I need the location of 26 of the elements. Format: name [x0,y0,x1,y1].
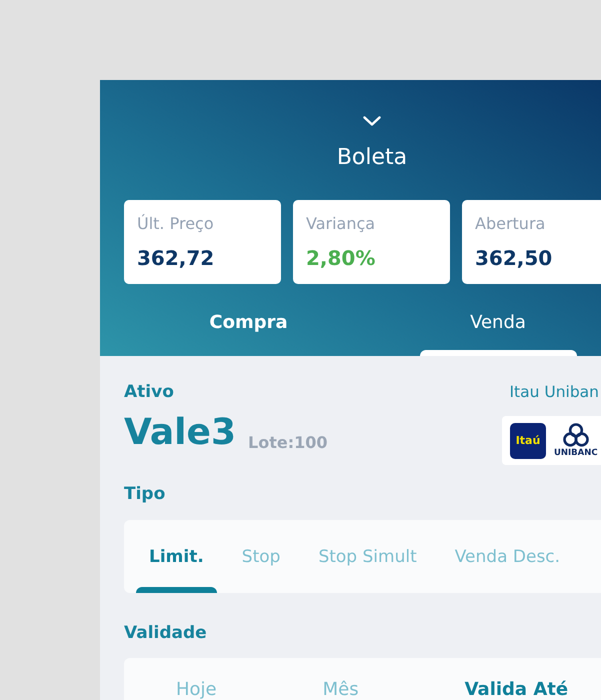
knot-icon [562,423,589,447]
order-type-tab[interactable]: Limit. [136,520,217,593]
quote-value: 2,80% [306,246,376,270]
quote-label: Abertura [475,214,546,234]
chevron-down-icon[interactable] [363,116,381,126]
quote-value: 362,72 [137,246,216,270]
logo-text: UNIBANC [554,448,598,458]
order-type-tab[interactable]: Stop [228,520,294,593]
quote-value: 362,50 [475,246,554,270]
validity-tab[interactable]: Hoje [176,680,217,700]
logo-tile: Itaú [510,422,546,458]
broker-name: Itau Uniban [509,382,600,402]
validity-tab[interactable]: Valida Até [464,680,568,700]
validity-tab[interactable]: Mês [322,680,359,700]
order-type-tab[interactable]: Stop Simult [305,520,430,593]
side-tab[interactable]: Compra [124,311,373,356]
ticker-symbol: Vale3 [124,413,236,453]
order-type-label: Tipo [124,483,166,505]
lot-size: Lote:100 [248,433,328,453]
quote-label: Últ. Preço [137,214,215,234]
quote-label: Variança [306,214,376,234]
order-type-tab[interactable]: Venda Desc. [442,520,574,593]
side-tab[interactable]: Venda [373,311,601,356]
header-title: Boleta [336,144,408,172]
asset-label: Ativo [124,382,174,402]
validity-label: Validade [124,622,207,644]
